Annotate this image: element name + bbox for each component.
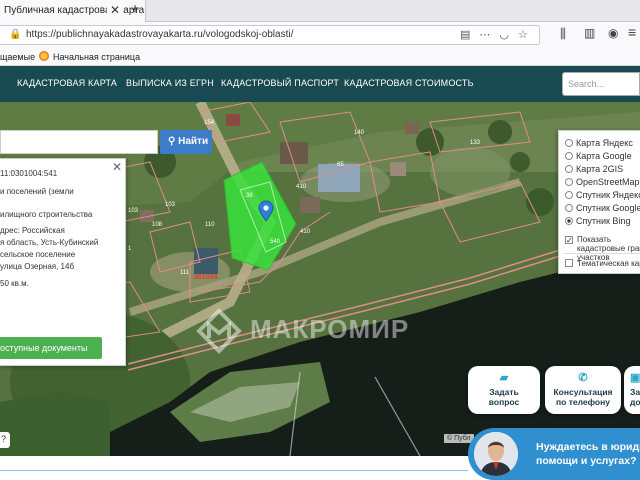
watermark-text: МАКРОМИР [250,314,410,344]
parcel-label: 111 [180,270,190,276]
popup-usage: илищного строительства [0,210,93,219]
parcel-label: 133 [470,140,481,146]
bookmark-item[interactable]: Начальная страница [53,52,140,62]
parcel-label: 103 [165,202,176,208]
map-attribution: © Публ [444,434,474,443]
phone-consultation-button[interactable]: ✆ Консультация по телефону [545,366,621,414]
nav-egrn-extract[interactable]: ВЫПИСКА ИЗ ЕГРН [126,78,214,88]
parcel-label: 108 [152,222,163,228]
reader-view-icon[interactable]: ▤ [460,29,479,41]
map-view[interactable]: 154 140 133 65 103 103 108 1 110 410 410… [0,102,640,456]
site-navigation: КАДАСТРОВАЯ КАРТА ВЫПИСКА ИЗ ЕГРН КАДАСТ… [0,66,640,102]
layer-option[interactable]: Карта Google [565,151,632,163]
sidebar-icon[interactable]: ▥ [584,26,595,40]
radio-icon [565,191,573,199]
legal-help-chat-banner[interactable]: Нуждаетесь в юриди помощи и услугах? [468,428,640,480]
parcel-label: 540 [270,239,281,245]
parcel-label: 110 [205,222,215,228]
browser-tab[interactable]: Публичная кадастровая карта [0,0,146,22]
parcel-label: 140 [354,130,365,136]
radio-selected-icon [565,217,573,225]
map-search-button[interactable]: ⚲ Найти [160,130,212,154]
layer-option[interactable]: OpenStreetMap [565,177,640,189]
firefox-icon [39,51,49,61]
thematic-map-toggle[interactable]: Тематическая карта [565,259,640,271]
popup-address-line: улица Озерная, 14б [0,262,75,271]
close-icon[interactable]: ✕ [112,161,122,173]
url-text: https://publichnayakadastrovayakarta.ru/… [26,29,294,40]
url-actions: ▤⋯◡☆ [460,28,537,41]
library-icon[interactable]: ⫼ [560,26,566,42]
radio-icon [565,139,573,147]
layer-option[interactable]: Карта Яндекс [565,138,633,150]
new-tab-button[interactable]: + [126,1,144,21]
cadastral-block-label: 301004 [194,274,218,281]
radio-icon [565,204,573,212]
layer-option[interactable]: Спутник Google [565,203,640,215]
help-button[interactable]: ? [0,432,10,448]
divider [563,253,640,254]
tab-title: Публичная кадастровая карта [4,5,145,16]
watermark-logo-icon [196,308,242,354]
layer-option[interactable]: Спутник Яндекс [565,190,640,202]
radio-icon [565,178,573,186]
address-bar[interactable]: 🔒 https://publichnayakadastrovayakarta.r… [0,25,540,45]
browser-tab-bar: Публичная кадастровая карта + [0,0,640,22]
layer-option[interactable]: Карта 2GIS [565,164,623,176]
popup-address-line: сельское поселение [0,250,76,259]
parcel-label: 65 [337,162,344,168]
avatar [474,432,518,476]
lock-icon: 🔒 [9,29,22,40]
map-search-input[interactable] [0,130,158,154]
third-action-button[interactable]: ▣ За до [624,366,640,414]
popup-cadastral-number: 11:0301004:541 [0,169,58,178]
tab-close-icon[interactable]: ✕ [107,3,123,19]
search-icon: ⚲ [168,136,176,147]
parcel-label: 410 [300,229,311,235]
parcel-label: 154 [204,120,215,126]
menu-icon[interactable]: ≡ [628,24,636,40]
radio-icon [565,165,573,173]
popup-area: 50 кв.м. [0,279,29,288]
parcel-label: 103 [128,208,139,214]
bookmark-item[interactable]: щаемые [0,52,35,62]
parcel-label: 410 [296,184,307,190]
site-search-input[interactable]: Search... [562,72,640,96]
ask-question-button[interactable]: ▰ Задать вопрос [468,366,540,414]
phone-icon: ✆ [578,372,588,384]
bookmarks-toolbar: щаемые Начальная страница [0,48,640,66]
checkbox-checked-icon: ✓ [565,236,573,245]
search-button-label: Найти [178,136,209,147]
radio-icon [565,152,573,160]
available-documents-button[interactable]: оступные документы [0,337,102,359]
consultant-avatar-icon [474,432,518,476]
parcel-info-popup: ✕ 11:0301004:541 и поселений (земли илищ… [0,158,126,366]
layer-option-selected[interactable]: Спутник Bing [565,216,630,228]
popup-category: и поселений (земли [0,187,74,196]
show-cadastral-borders-toggle[interactable]: ✓Показать кадастровые границы участков [565,235,640,262]
bookmark-star-icon[interactable]: ☆ [518,29,537,41]
checkbox-icon [565,259,573,267]
popup-address-line: я область, Усть-Кубинский [0,238,99,247]
chat-icon: ▰ [499,372,509,384]
nav-cadastral-value[interactable]: КАДАСТРОВАЯ СТОИМОСТЬ [344,78,474,88]
map-pin-icon[interactable] [258,200,274,222]
chat-banner-text: Нуждаетесь в юриди помощи и услугах? [536,441,640,467]
parcel-label: 38 [246,193,253,199]
action-icon: ▣ [630,372,640,384]
account-icon[interactable]: ◉ [608,26,618,40]
nav-cadastral-passport[interactable]: КАДАСТРОВЫЙ ПАСПОРТ [221,78,339,88]
pocket-icon[interactable]: ◡ [499,29,518,41]
layer-switcher: Карта Яндекс Карта Google Карта 2GIS Ope… [558,130,640,274]
divider [0,470,468,471]
browser-navbar: 🔒 https://publichnayakadastrovayakarta.r… [0,22,640,48]
more-icon[interactable]: ⋯ [479,29,499,41]
nav-cadastral-map[interactable]: КАДАСТРОВАЯ КАРТА [17,78,117,88]
parcel-label: 1 [128,246,132,252]
popup-address-line: дрес: Российская [0,226,65,235]
